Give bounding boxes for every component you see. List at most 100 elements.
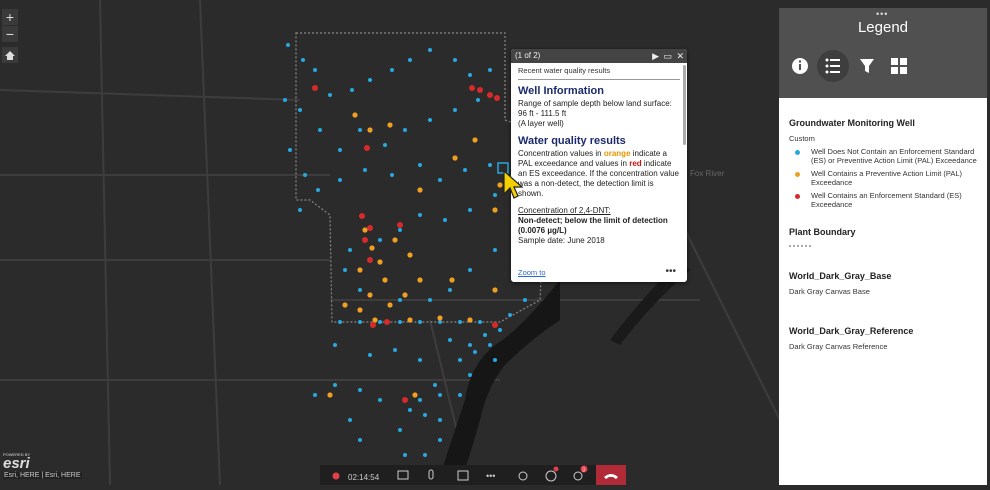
well-marker-orange[interactable] [402, 292, 408, 298]
well-marker-orange[interactable] [367, 127, 373, 133]
well-marker-orange[interactable] [417, 277, 423, 283]
home-button[interactable] [2, 47, 18, 63]
well-marker-orange[interactable] [437, 315, 443, 321]
well-marker-blue[interactable] [428, 118, 432, 122]
popup-more-button[interactable]: ••• [665, 266, 676, 277]
well-marker-orange[interactable] [352, 112, 358, 118]
well-marker-blue[interactable] [303, 173, 307, 177]
well-marker-red[interactable] [362, 237, 368, 243]
well-marker-blue[interactable] [398, 320, 402, 324]
popup-scrollbar[interactable] [683, 65, 686, 145]
well-marker-blue[interactable] [403, 453, 407, 457]
well-marker-orange[interactable] [342, 302, 348, 308]
well-marker-blue[interactable] [493, 358, 497, 362]
well-marker-orange[interactable] [357, 267, 363, 273]
record-icon[interactable] [332, 472, 340, 480]
well-marker-blue[interactable] [398, 428, 402, 432]
well-marker-blue[interactable] [438, 393, 442, 397]
well-marker-blue[interactable] [448, 288, 452, 292]
well-marker-blue[interactable] [403, 128, 407, 132]
well-marker-red[interactable] [367, 257, 373, 263]
well-marker-blue[interactable] [458, 320, 462, 324]
well-marker-blue[interactable] [298, 108, 302, 112]
well-marker-blue[interactable] [301, 58, 305, 62]
well-marker-blue[interactable] [333, 343, 337, 347]
well-marker-orange[interactable] [412, 392, 418, 398]
well-marker-blue[interactable] [378, 238, 382, 242]
well-marker-orange[interactable] [467, 317, 473, 323]
well-marker-blue[interactable] [318, 128, 322, 132]
well-marker-red[interactable] [397, 222, 403, 228]
well-marker-blue[interactable] [473, 350, 477, 354]
well-marker-blue[interactable] [283, 98, 287, 102]
more-options-icon[interactable]: ••• [486, 471, 495, 481]
well-marker-blue[interactable] [393, 348, 397, 352]
well-marker-blue[interactable] [408, 58, 412, 62]
well-marker-blue[interactable] [288, 148, 292, 152]
well-marker-red[interactable] [384, 319, 390, 325]
well-marker-orange[interactable] [492, 287, 498, 293]
well-marker-blue[interactable] [383, 143, 387, 147]
panel-drag-handle[interactable]: ••• [876, 9, 888, 19]
raise-hand-icon[interactable] [518, 471, 528, 481]
zoom-to-link[interactable]: Zoom to [518, 268, 546, 277]
well-marker-blue[interactable] [438, 178, 442, 182]
well-marker-blue[interactable] [493, 248, 497, 252]
well-marker-blue[interactable] [438, 438, 442, 442]
legend-list-icon[interactable] [817, 50, 849, 82]
well-marker-blue[interactable] [358, 288, 362, 292]
well-marker-blue[interactable] [458, 358, 462, 362]
well-marker-red[interactable] [359, 213, 365, 219]
next-feature-button[interactable]: ▶ [652, 49, 659, 63]
well-marker-blue[interactable] [368, 353, 372, 357]
well-marker-orange[interactable] [369, 245, 375, 251]
well-marker-blue[interactable] [378, 398, 382, 402]
well-marker-blue[interactable] [368, 78, 372, 82]
well-marker-blue[interactable] [488, 68, 492, 72]
well-marker-orange[interactable] [367, 292, 373, 298]
well-marker-blue[interactable] [390, 173, 394, 177]
well-marker-blue[interactable] [468, 208, 472, 212]
well-marker-blue[interactable] [358, 438, 362, 442]
well-marker-orange[interactable] [417, 187, 423, 193]
well-marker-orange[interactable] [362, 227, 368, 233]
well-marker-blue[interactable] [378, 320, 382, 324]
well-marker-red[interactable] [492, 322, 498, 328]
well-marker-blue[interactable] [298, 208, 302, 212]
well-marker-red[interactable] [487, 92, 493, 98]
well-marker-blue[interactable] [363, 168, 367, 172]
well-marker-blue[interactable] [488, 163, 492, 167]
well-marker-blue[interactable] [313, 393, 317, 397]
well-marker-blue[interactable] [508, 313, 512, 317]
well-marker-orange[interactable] [407, 317, 413, 323]
well-marker-orange[interactable] [472, 137, 478, 143]
well-marker-blue[interactable] [398, 228, 402, 232]
well-marker-blue[interactable] [358, 388, 362, 392]
well-marker-blue[interactable] [348, 418, 352, 422]
well-marker-blue[interactable] [328, 93, 332, 97]
well-marker-orange[interactable] [387, 122, 393, 128]
end-call-button[interactable] [596, 465, 626, 485]
well-marker-blue[interactable] [428, 298, 432, 302]
mic-off-icon[interactable] [428, 469, 434, 480]
well-marker-orange[interactable] [327, 392, 333, 398]
well-marker-blue[interactable] [338, 320, 342, 324]
well-marker-blue[interactable] [458, 393, 462, 397]
well-marker-blue[interactable] [316, 188, 320, 192]
well-marker-blue[interactable] [448, 338, 452, 342]
well-marker-blue[interactable] [523, 298, 527, 302]
well-marker-red[interactable] [402, 397, 408, 403]
well-marker-orange[interactable] [492, 207, 498, 213]
well-marker-blue[interactable] [433, 383, 437, 387]
camera-off-icon[interactable] [397, 470, 409, 480]
well-marker-blue[interactable] [286, 43, 290, 47]
well-marker-blue[interactable] [333, 383, 337, 387]
well-marker-blue[interactable] [453, 108, 457, 112]
well-marker-blue[interactable] [423, 453, 427, 457]
well-marker-blue[interactable] [463, 168, 467, 172]
info-icon[interactable] [786, 52, 814, 80]
basemap-gallery-icon[interactable] [885, 52, 913, 80]
filter-icon[interactable] [853, 52, 881, 80]
well-marker-blue[interactable] [418, 213, 422, 217]
well-marker-orange[interactable] [357, 307, 363, 313]
